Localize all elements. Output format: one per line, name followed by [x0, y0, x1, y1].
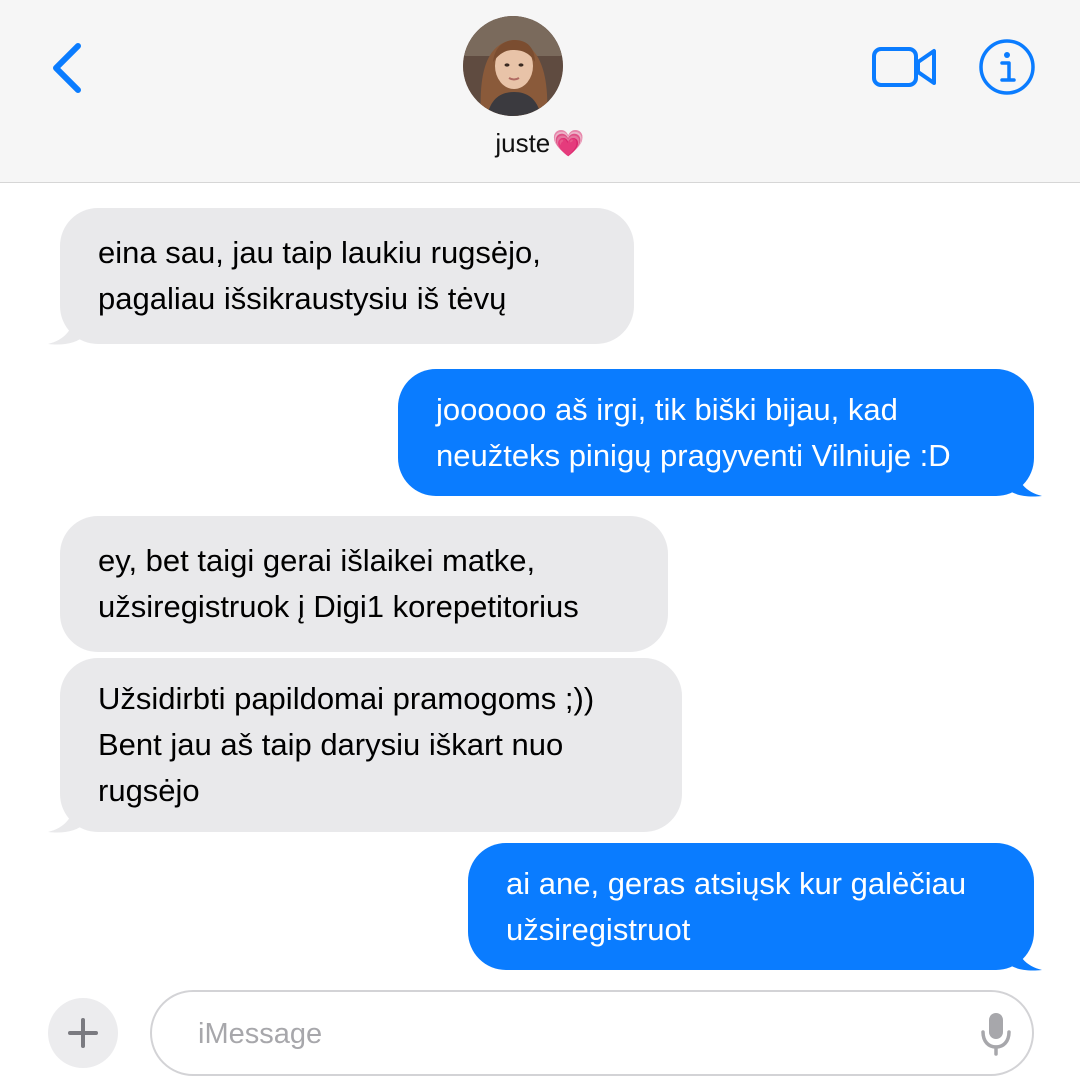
microphone-icon — [981, 1013, 1011, 1056]
contact-photo — [463, 16, 563, 116]
message-text: eina sau, jau taip laukiu rugsėjo, pagal… — [98, 235, 541, 316]
imessage-input[interactable] — [196, 1006, 960, 1062]
info-icon — [979, 39, 1035, 95]
conversation-header: juste💗 — [0, 0, 1080, 183]
video-camera-icon — [872, 47, 936, 87]
bubble-tail-outgoing — [1006, 464, 1042, 497]
message-bubble-outgoing[interactable]: joooooo aš irgi, tik biški bijau, kad ne… — [398, 369, 1034, 496]
facetime-video-button[interactable] — [870, 42, 940, 92]
contact-name[interactable]: juste💗 — [390, 128, 690, 159]
message-bubble-incoming[interactable]: eina sau, jau taip laukiu rugsėjo, pagal… — [60, 208, 634, 344]
avatar[interactable] — [463, 16, 563, 116]
apps-plus-button[interactable] — [48, 998, 118, 1068]
plus-icon — [68, 1018, 98, 1048]
contact-name-text: juste — [495, 128, 551, 158]
info-button[interactable] — [978, 38, 1036, 96]
heart-emoji: 💗 — [552, 128, 585, 158]
chevron-left-icon — [53, 43, 81, 93]
bubble-tail-incoming — [48, 800, 84, 833]
message-composer — [150, 990, 1034, 1076]
bubble-tail-outgoing — [1006, 938, 1042, 971]
back-button[interactable] — [40, 36, 100, 100]
message-text: joooooo aš irgi, tik biški bijau, kad ne… — [436, 391, 951, 473]
message-text: Užsidirbti papildomai pramogoms ;)) Bent… — [98, 681, 595, 808]
message-bubble-incoming[interactable]: ey, bet taigi gerai išlaikei matke, užsi… — [60, 516, 668, 652]
dictation-button[interactable] — [978, 1010, 1014, 1058]
message-bubble-outgoing[interactable]: ai ane, geras atsiųsk kur galėčiau užsir… — [468, 843, 1034, 970]
message-text: ai ane, geras atsiųsk kur galėčiau užsir… — [506, 865, 967, 947]
bubble-tail-incoming — [48, 312, 84, 345]
message-bubble-incoming[interactable]: Užsidirbti papildomai pramogoms ;)) Bent… — [60, 658, 682, 832]
imessage-conversation-screen: juste💗 eina sau, jau taip laukiu rugsėjo… — [0, 0, 1080, 1080]
message-text: ey, bet taigi gerai išlaikei matke, užsi… — [98, 543, 579, 624]
